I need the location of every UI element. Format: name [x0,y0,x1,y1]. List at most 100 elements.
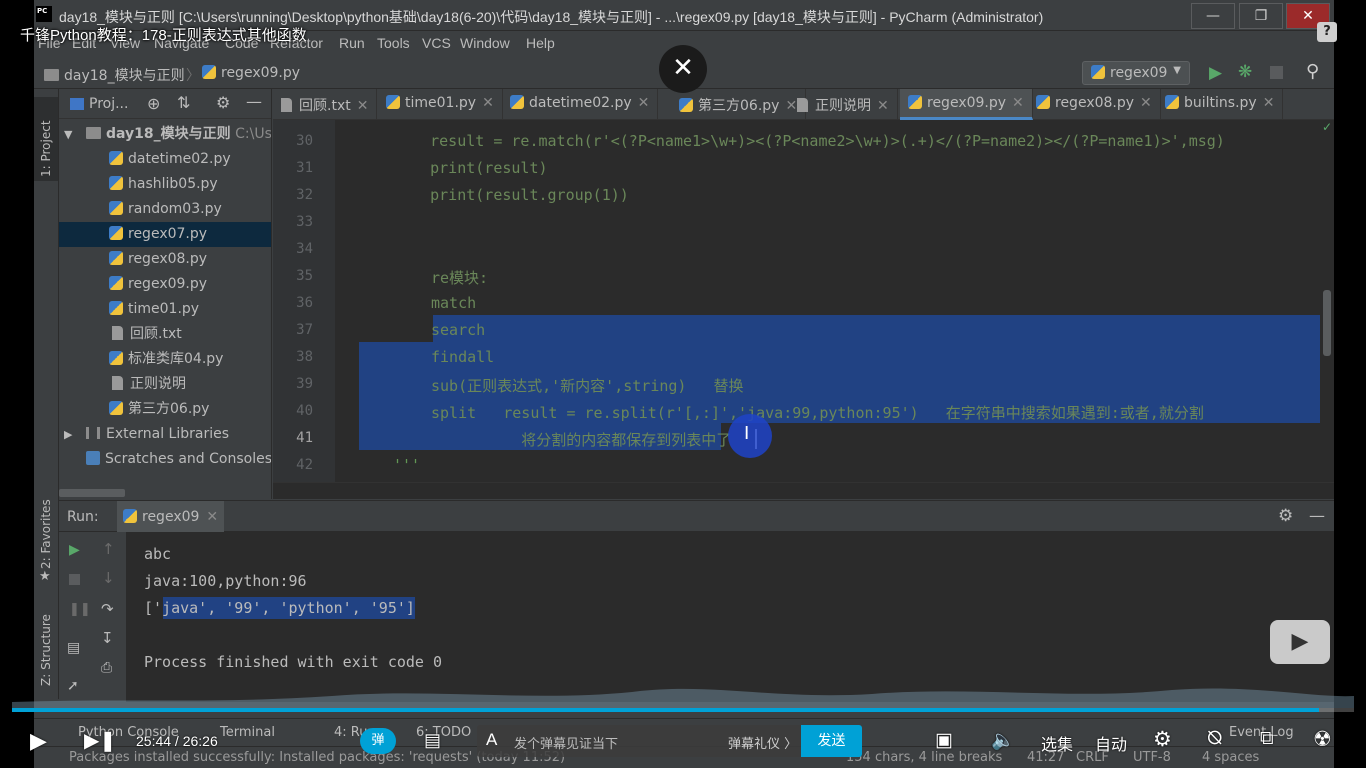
run-config-select[interactable]: regex09 ▼ [1082,61,1190,85]
pause-icon[interactable]: ❚❚ [69,602,91,617]
status-encoding[interactable]: UTF-8 [1133,750,1171,765]
fullscreen-icon[interactable]: ☢ [1313,727,1332,752]
picture-in-picture-icon[interactable]: ⧉ [1260,728,1274,750]
tab-time01[interactable]: time01.py ✕ [378,89,503,120]
project-view-icon [70,98,84,110]
locate-icon[interactable]: ⊕ [147,94,160,113]
tab-datetime02[interactable]: datetime02.py ✕ [502,89,659,120]
down-arrow-icon[interactable]: ↓ [102,569,115,587]
soft-wrap-icon[interactable]: ↷ [101,600,114,618]
stop-icon[interactable] [69,574,80,585]
favorites-tool-tab[interactable]: 2: Favorites [39,499,53,569]
tree-file[interactable]: 标准类库04.py [59,347,271,372]
collapse-icon[interactable]: ⇅ [177,93,190,112]
tab-regex09[interactable]: regex09.py ✕ [900,89,1033,120]
code-line: split result = re.split(r'[,:]','java:99… [431,404,1204,422]
video-thumbnail-icon[interactable]: ▶ [1270,620,1330,664]
project-tool-tab[interactable]: 1: Project [34,97,58,181]
horizontal-scrollbar[interactable] [59,489,125,497]
python-file-icon [123,509,137,523]
tree-external-libraries[interactable]: ▶ External Libraries [59,422,271,447]
tv-icon[interactable]: ▣ [935,729,953,752]
tree-file-selected[interactable]: regex07.py [59,222,271,247]
print-icon[interactable]: ⎙ [101,660,112,676]
stop-icon[interactable] [1270,66,1283,79]
quality-button[interactable]: 自动 [1095,731,1127,755]
help-icon[interactable]: ? [1317,22,1337,42]
menu-tools[interactable]: Tools [377,35,410,51]
minimize-button[interactable]: — [1191,3,1235,29]
gear-icon[interactable]: ⚙ [1153,727,1172,752]
tree-file[interactable]: random03.py [59,197,271,222]
code-editor[interactable]: 30 31 32 33 34 35 36 37 38 39 40 41 42 r… [273,120,1334,482]
close-icon[interactable]: ✕ [1263,95,1275,111]
line-number: 33 [296,214,313,230]
run-icon[interactable]: ▶ [1209,63,1222,83]
rerun-icon[interactable]: ▶ [69,542,80,558]
tree-file[interactable]: regex09.py [59,272,271,297]
danmu-etiquette-link[interactable]: 弹幕礼仪 〉 [728,733,797,752]
tab-terminal[interactable]: Terminal [220,725,275,740]
progress-bar[interactable] [12,708,1354,712]
play-icon[interactable]: ▶ [30,728,47,754]
volume-icon[interactable]: 🔈 [991,728,1015,752]
tree-file[interactable]: 第三方06.py [59,397,271,422]
menu-vcs[interactable]: VCS [422,35,451,51]
close-icon[interactable]: ✕ [357,98,369,114]
close-overlay-button[interactable]: ✕ [659,45,707,93]
tab-zhengze-shuoming[interactable]: 正则说明 ✕ [789,89,898,120]
menu-run[interactable]: Run [339,35,365,51]
scroll-thumb[interactable] [1323,290,1331,356]
layout-icon[interactable]: ▤ [67,640,80,656]
tree-file[interactable]: 正则说明 [59,372,271,397]
send-button[interactable]: 发送 [801,725,862,757]
tab-disanfang06[interactable]: 第三方06.py ✕ [671,89,807,120]
close-icon[interactable]: ✕ [1012,95,1024,111]
tree-file[interactable]: 回顾.txt [59,322,271,347]
close-icon[interactable]: ✕ [877,98,889,114]
hide-icon[interactable]: — [246,92,262,111]
python-file-icon [1091,65,1105,79]
tree-file[interactable]: datetime02.py [59,147,271,172]
breadcrumb-project[interactable]: day18_模块与正则 [44,65,185,85]
search-icon[interactable]: ⚲ [1306,61,1319,82]
close-icon[interactable]: ✕ [1140,95,1152,111]
tab-builtins[interactable]: builtins.py ✕ [1157,89,1284,120]
hide-icon[interactable]: — [1309,506,1325,525]
tab-huigu[interactable]: 回顾.txt ✕ [273,89,378,120]
tab-regex08[interactable]: regex08.py ✕ [1028,89,1161,120]
tree-file[interactable]: regex08.py [59,247,271,272]
maximize-button[interactable]: ❐ [1239,3,1283,29]
danmu-settings-icon[interactable]: ▤ [424,730,441,751]
library-icon [86,427,100,439]
danmu-toggle[interactable]: 弹 [360,728,396,754]
close-icon[interactable]: ✕ [206,509,218,525]
project-view-select[interactable]: Proj... [89,96,128,112]
gear-icon[interactable]: ⚙ [216,93,230,112]
episodes-button[interactable]: 选集 [1041,731,1073,755]
status-indent[interactable]: 4 spaces [1202,750,1259,765]
close-icon[interactable]: ✕ [638,95,650,111]
line-number: 37 [296,322,313,338]
folder-icon [86,127,101,139]
tree-scratches[interactable]: Scratches and Consoles [59,447,271,472]
danmu-input[interactable]: A 发个弹幕见证当下 弹幕礼仪 〉 发送 [477,725,862,757]
debug-icon[interactable]: ❋ [1238,62,1252,82]
menu-window[interactable]: Window [460,35,510,51]
close-icon[interactable]: ✕ [482,95,494,111]
breadcrumb-file[interactable]: regex09.py [202,65,300,81]
gear-icon[interactable]: ⚙ [1278,506,1293,526]
vertical-scrollbar[interactable]: ✓ [1320,120,1334,482]
tree-file[interactable]: time01.py [59,297,271,322]
run-tab-regex09[interactable]: regex09 ✕ [117,501,225,532]
menu-help[interactable]: Help [526,35,555,51]
up-arrow-icon[interactable]: ↑ [102,540,115,558]
text-style-icon[interactable]: A [486,730,497,750]
next-icon[interactable]: ▶❚ [84,728,116,753]
editor-hscroll[interactable] [273,482,1334,499]
no-danmu-icon[interactable]: ⦰ [1207,728,1222,750]
tree-root[interactable]: ▼ day18_模块与正则 C:\Use [59,122,271,147]
scroll-to-end-icon[interactable]: ↧ [101,629,114,647]
tree-file[interactable]: hashlib05.py [59,172,271,197]
line-number: 38 [296,349,313,365]
